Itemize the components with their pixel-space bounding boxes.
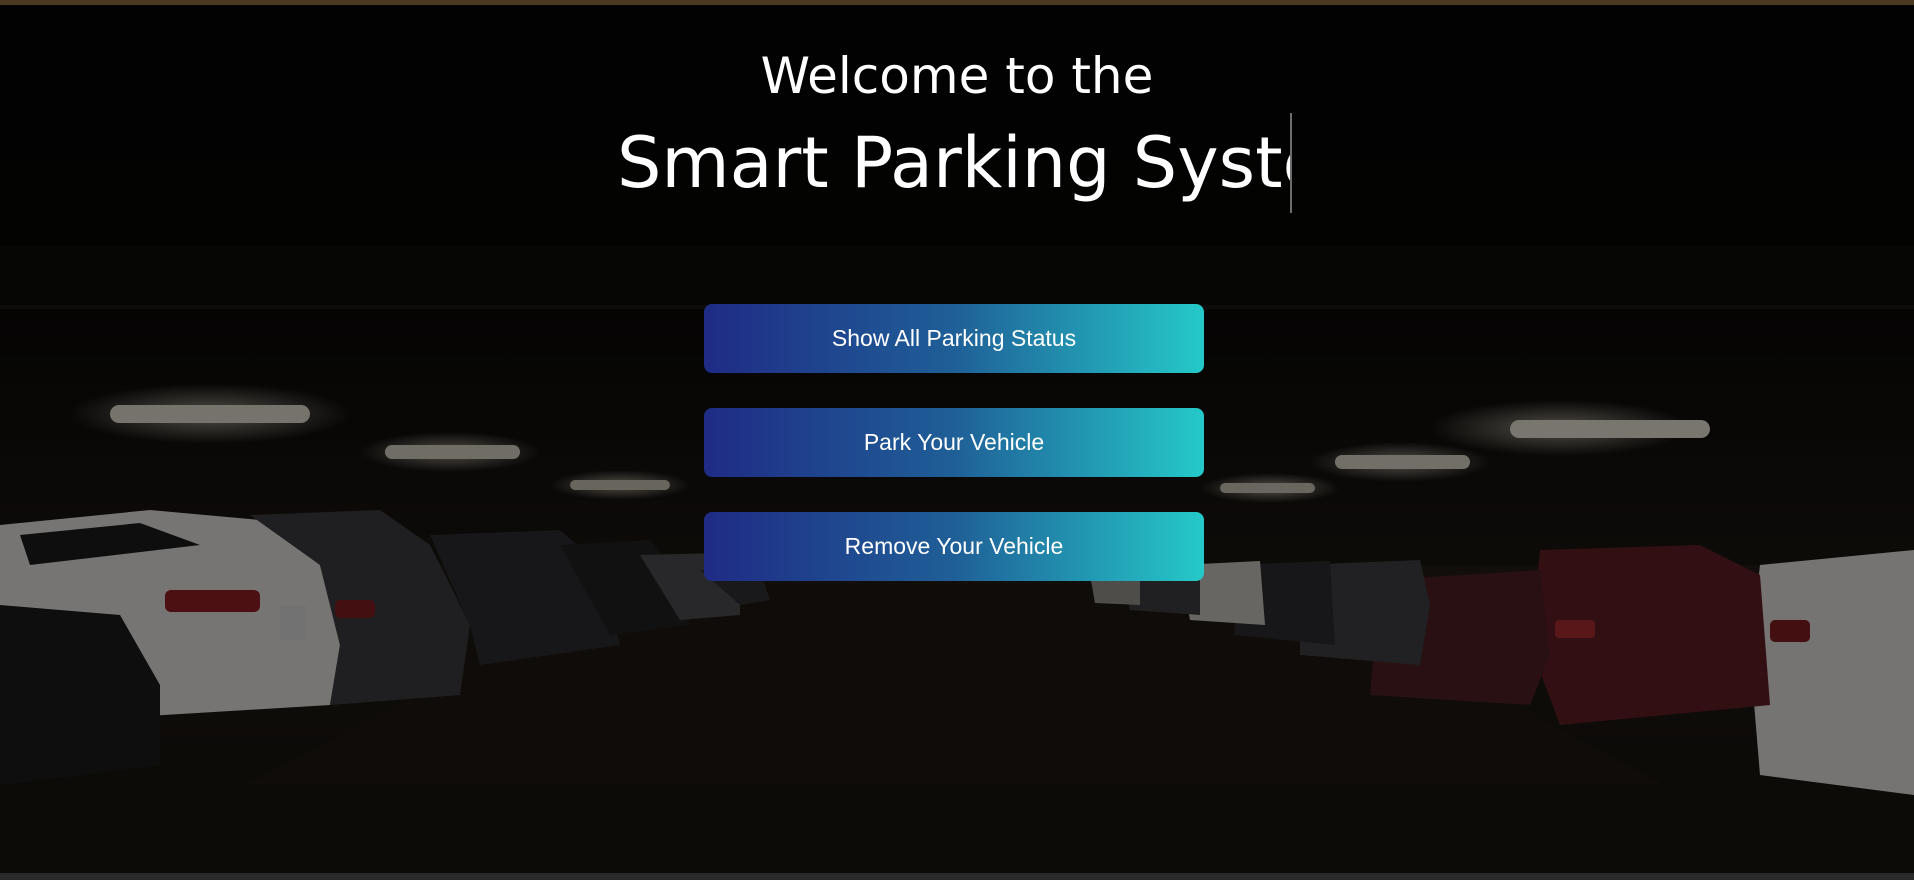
welcome-heading: Welcome to the [760, 47, 1154, 105]
remove-vehicle-button[interactable]: Remove Your Vehicle [704, 512, 1204, 581]
parking-garage-background: Welcome to the Smart Parking System Show… [0, 5, 1914, 873]
bottom-border [0, 873, 1914, 880]
typing-caret [1290, 113, 1292, 213]
park-vehicle-button[interactable]: Park Your Vehicle [704, 408, 1204, 477]
show-parking-status-button[interactable]: Show All Parking Status [704, 304, 1204, 373]
app-title: Smart Parking System [617, 122, 1291, 204]
title-typing-container: Smart Parking System [617, 113, 1292, 213]
